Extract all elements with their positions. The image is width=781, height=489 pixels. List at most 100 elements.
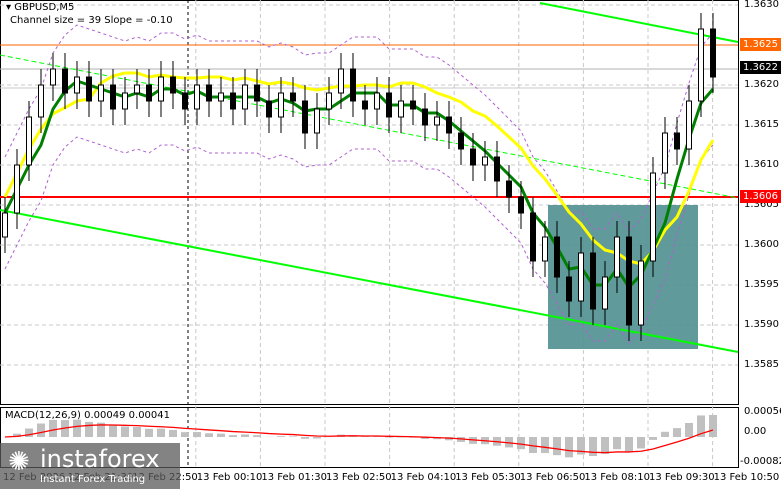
time-tick: 13 Feb 06:50	[519, 472, 586, 483]
candle-body	[530, 212, 536, 262]
symbol-title: ▾ GBPUSD,M5	[6, 2, 75, 13]
candle-body	[674, 132, 680, 150]
candle-body	[626, 236, 632, 326]
macd-histogram-bar	[685, 422, 693, 437]
candle-body	[686, 100, 692, 150]
candle-body	[170, 76, 176, 94]
candle-body	[602, 276, 608, 310]
price-tick: 1.3630	[744, 0, 779, 10]
candle-body	[506, 180, 512, 198]
candle-body	[470, 148, 476, 166]
candle-body	[122, 92, 128, 110]
macd-histogram-bar	[313, 437, 321, 439]
candle-body	[182, 92, 188, 110]
price-tick: 1.3585	[744, 359, 779, 370]
candle-body	[410, 100, 416, 110]
candle-body	[290, 92, 296, 102]
candle-body	[302, 100, 308, 134]
macd-histogram-bar	[613, 437, 621, 450]
candle-body	[26, 116, 32, 166]
logo-icon: ✺	[8, 447, 30, 477]
candle-body	[650, 172, 656, 262]
macd-histogram-bar	[73, 419, 81, 437]
macd-histogram-bar	[553, 437, 561, 456]
symbol-text: GBPUSD,M5	[14, 2, 75, 13]
orange-level-tag: 1.3625	[740, 38, 781, 51]
candle-body	[74, 76, 80, 94]
macd-histogram-bar	[277, 436, 285, 437]
candle-body	[698, 28, 704, 102]
watermark-tagline: Instant Forex Trading	[40, 474, 146, 485]
candle-body	[146, 84, 152, 102]
macd-histogram-bar	[517, 437, 525, 450]
macd-histogram-bar	[661, 431, 669, 437]
upper-envelope	[4, 24, 714, 232]
time-tick: 13 Feb 10:50	[713, 472, 780, 483]
macd-histogram-bar	[253, 435, 261, 437]
candle-body	[590, 252, 596, 310]
macd-histogram-bar	[637, 437, 645, 449]
price-tick: 1.3595	[744, 279, 779, 290]
macd-axis-zero: 0.00	[744, 426, 767, 437]
candle-body	[50, 68, 56, 86]
candle-body	[386, 92, 392, 118]
candle-body	[218, 92, 224, 102]
candle-body	[98, 84, 104, 102]
candle-body	[662, 132, 668, 174]
macd-label: MACD(12,26,9) 0.00049 0.00041	[5, 410, 171, 421]
candle-body	[398, 100, 404, 118]
candle-body	[614, 236, 620, 278]
candle-body	[542, 236, 548, 262]
candle-body	[566, 276, 572, 302]
candle-body	[578, 252, 584, 302]
macd-histogram-bar	[193, 432, 201, 437]
price-tick: 1.3610	[744, 159, 779, 170]
time-tick: 13 Feb 00:10	[196, 472, 263, 483]
candle-body	[518, 196, 524, 214]
macd-histogram-bar	[205, 433, 213, 437]
macd-axis-top: 0.00056	[744, 406, 781, 417]
macd-histogram-bar	[133, 427, 141, 437]
macd-histogram-bar	[541, 437, 549, 454]
channel-info: Channel size = 39 Slope = -0.10	[10, 15, 173, 26]
candle-body	[326, 92, 332, 110]
macd-histogram-bar	[385, 437, 393, 438]
candle-body	[194, 84, 200, 110]
macd-axis-bottom: -0.00082	[740, 456, 781, 467]
candle-body	[638, 260, 644, 326]
candle-body	[134, 84, 140, 94]
candle-body	[230, 92, 236, 110]
candle-body	[62, 68, 68, 94]
watermark-brand: instaforex	[40, 445, 160, 473]
candle-body	[446, 116, 452, 134]
candle-body	[158, 76, 164, 102]
macd-histogram-bar	[109, 425, 117, 437]
macd-histogram-bar	[217, 433, 225, 437]
candle-body	[14, 164, 20, 214]
macd-histogram-bar	[121, 426, 129, 437]
time-tick: 13 Feb 09:30	[649, 472, 715, 483]
price-tick: 1.3590	[744, 319, 779, 330]
candle-body	[38, 84, 44, 118]
macd-histogram-bar	[157, 428, 165, 437]
candle-body	[2, 212, 8, 238]
candle-body	[710, 28, 716, 78]
price-tick: 1.3620	[744, 79, 779, 90]
candle-body	[242, 84, 248, 110]
macd-histogram-bar	[49, 419, 57, 437]
current-price-tag: 1.3622	[740, 61, 781, 74]
candle-body	[350, 68, 356, 102]
candle-body	[434, 116, 440, 126]
candle-body	[314, 108, 320, 134]
macd-histogram-bar	[649, 437, 657, 440]
macd-histogram-bar	[673, 428, 681, 437]
candle-body	[362, 100, 368, 110]
price-tick: 1.3600	[744, 239, 779, 250]
candle-body	[266, 100, 272, 118]
candle-body	[86, 76, 92, 102]
macd-histogram-bar	[301, 437, 309, 439]
candle-body	[206, 84, 212, 102]
upper-channel-line	[539, 2, 739, 43]
price-tick: 1.3615	[744, 119, 779, 130]
time-tick: 13 Feb 02:50	[326, 472, 392, 483]
